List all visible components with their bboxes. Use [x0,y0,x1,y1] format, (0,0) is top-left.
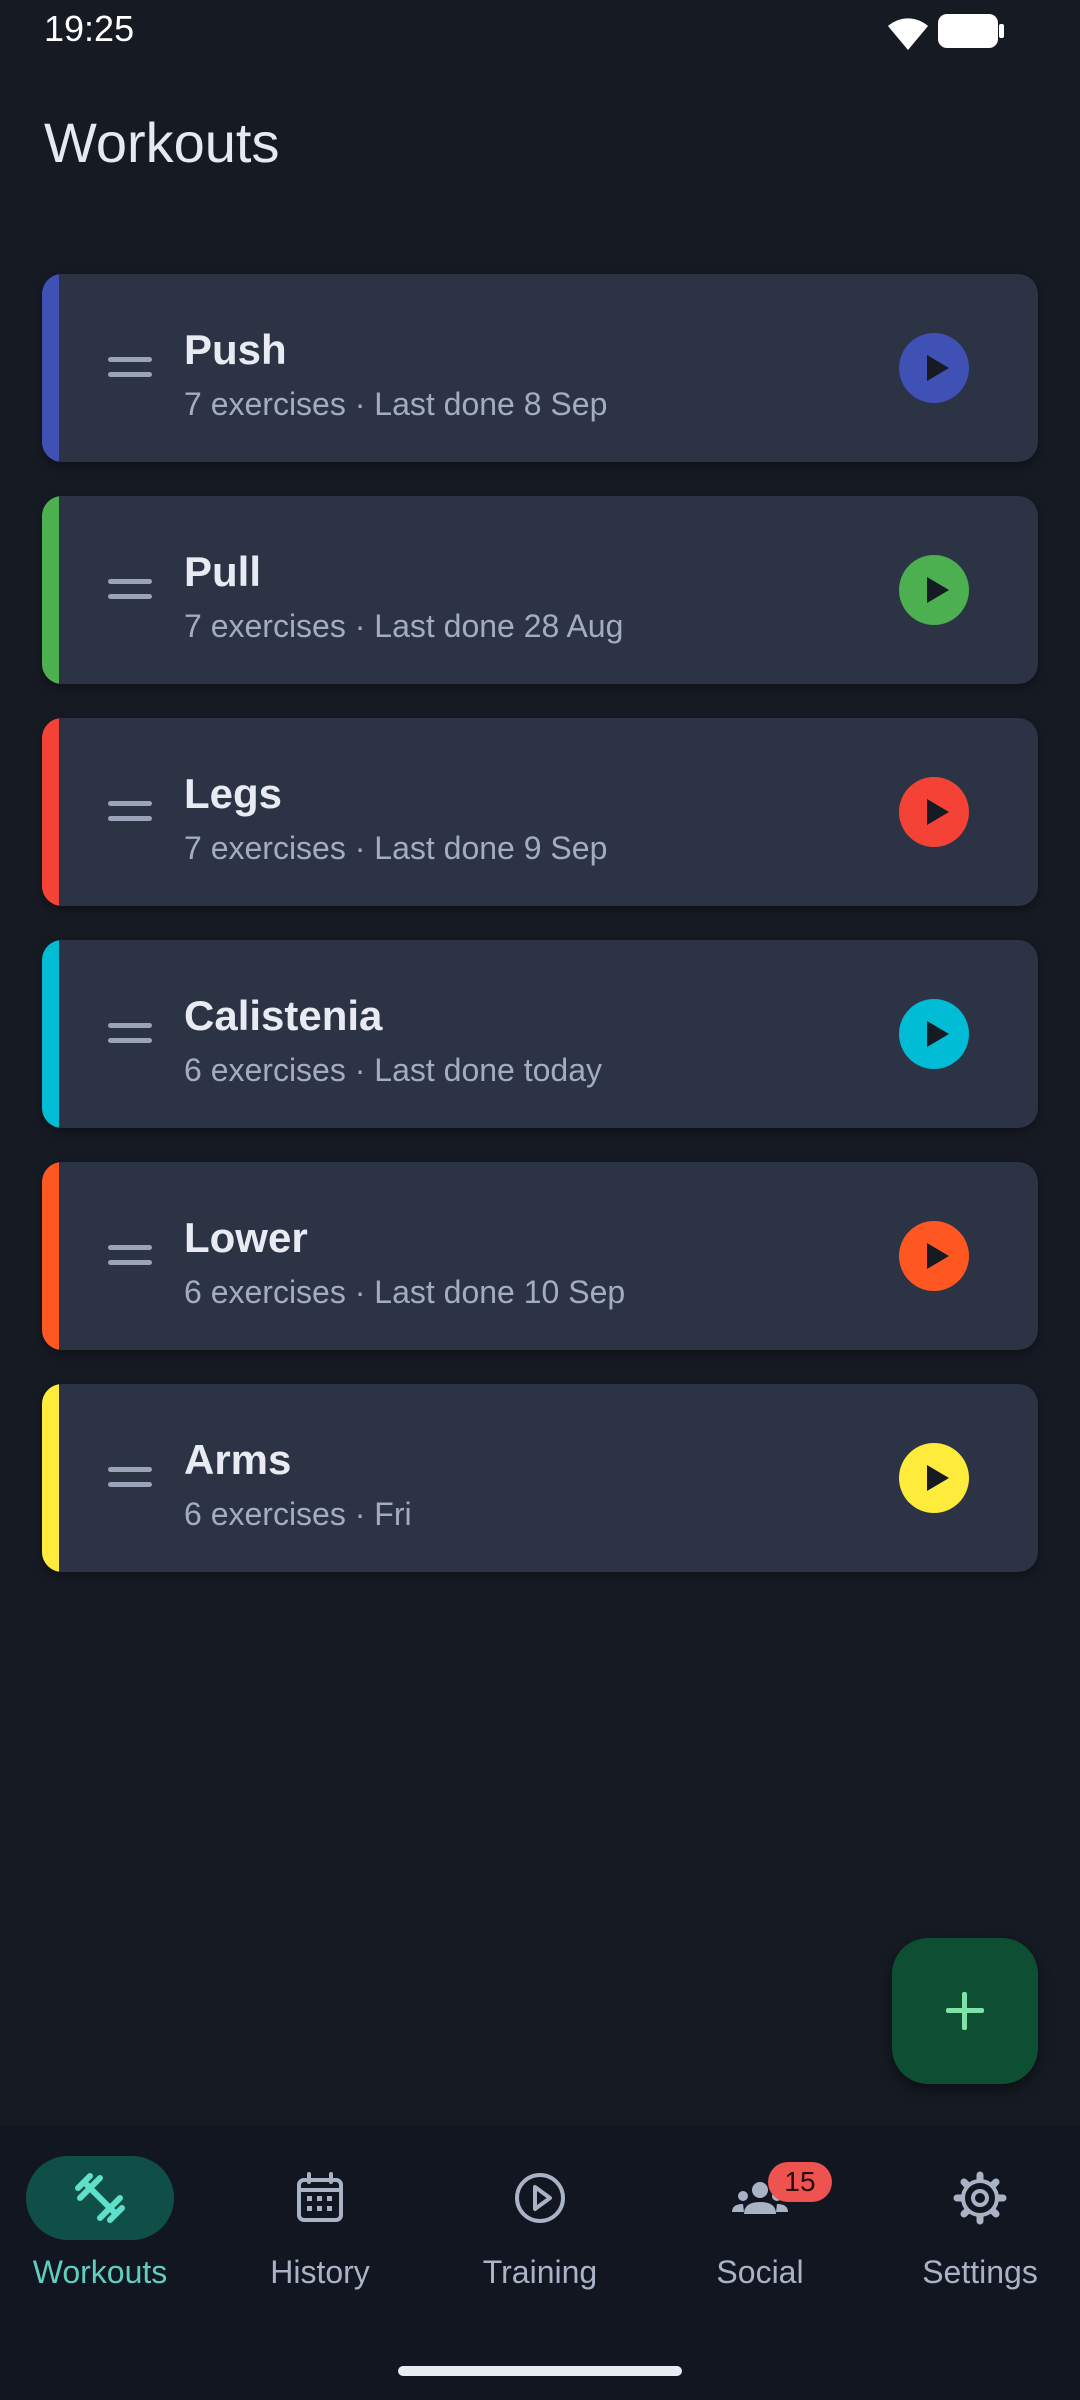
nav-label: Settings [922,2254,1038,2290]
play-button[interactable] [899,333,969,403]
play-icon [927,355,949,381]
workout-name: Calistenia [184,992,383,1039]
status-time: 19:25 [44,8,135,49]
drag-handle-icon[interactable] [108,1467,152,1489]
workout-name: Legs [184,770,283,817]
add-workout-button[interactable] [892,1938,1038,2084]
workout-name: Arms [184,1436,292,1483]
page-title: Workouts [44,111,280,174]
drag-handle-icon[interactable] [108,1245,152,1267]
color-stripe [42,718,59,906]
nav-label: Workouts [32,2254,168,2290]
play-circle-icon [510,2168,570,2228]
drag-handle-icon[interactable] [108,579,152,601]
nav-item-settings[interactable]: Settings [880,2156,1080,2316]
nav-label: Training [482,2254,598,2290]
play-button[interactable] [899,555,969,625]
color-stripe [42,496,59,684]
workout-subtitle: 7 exercises · Last done 28 Aug [184,608,624,644]
nav-item-history[interactable]: History [220,2156,420,2316]
status-bar: 19:25 [0,0,1080,60]
color-stripe [42,1162,59,1350]
nav-item-social[interactable]: 15 Social [660,2156,860,2316]
workout-subtitle: 7 exercises · Last done 9 Sep [184,830,608,866]
calendar-icon [290,2168,350,2228]
nav-label: Social [716,2254,804,2290]
notification-badge: 15 [768,2162,832,2202]
play-button[interactable] [899,777,969,847]
drag-handle-icon[interactable] [108,801,152,823]
wifi-icon [884,12,932,52]
color-stripe [42,274,59,462]
play-button[interactable] [899,999,969,1069]
color-stripe [42,940,59,1128]
workout-card-lower[interactable]: Lower 6 exercises · Last done 10 Sep [42,1162,1038,1350]
home-indicator[interactable] [398,2366,682,2376]
workout-subtitle: 6 exercises · Last done today [184,1052,603,1088]
workout-subtitle: 6 exercises · Fri [184,1496,412,1532]
play-icon [927,1021,949,1047]
plus-icon [946,1992,984,2030]
workout-name: Pull [184,548,262,595]
nav-item-workouts[interactable]: Workouts [0,2156,200,2316]
nav-label: History [270,2254,370,2290]
workout-card-calistenia[interactable]: Calistenia 6 exercises · Last done today [42,940,1038,1128]
workout-card-pull[interactable]: Pull 7 exercises · Last done 28 Aug [42,496,1038,684]
play-icon [927,799,949,825]
workout-card-legs[interactable]: Legs 7 exercises · Last done 9 Sep [42,718,1038,906]
play-icon [927,1465,949,1491]
gear-icon [950,2168,1010,2228]
workout-name: Lower [184,1214,308,1261]
bottom-navigation: Workouts History Training 15 Social Sett… [0,2126,1080,2400]
play-icon [927,1243,949,1269]
color-stripe [42,1384,59,1572]
workout-list: Push 7 exercises · Last done 8 Sep Pull … [42,274,1038,1606]
workout-card-push[interactable]: Push 7 exercises · Last done 8 Sep [42,274,1038,462]
workout-subtitle: 7 exercises · Last done 8 Sep [184,386,608,422]
play-button[interactable] [899,1443,969,1513]
play-button[interactable] [899,1221,969,1291]
battery-icon [938,14,1004,48]
play-icon [927,577,949,603]
drag-handle-icon[interactable] [108,357,152,379]
workout-card-arms[interactable]: Arms 6 exercises · Fri [42,1384,1038,1572]
workout-name: Push [184,326,287,373]
workout-subtitle: 6 exercises · Last done 10 Sep [184,1274,626,1310]
dumbbell-icon [70,2168,130,2228]
drag-handle-icon[interactable] [108,1023,152,1045]
nav-item-training[interactable]: Training [440,2156,640,2316]
